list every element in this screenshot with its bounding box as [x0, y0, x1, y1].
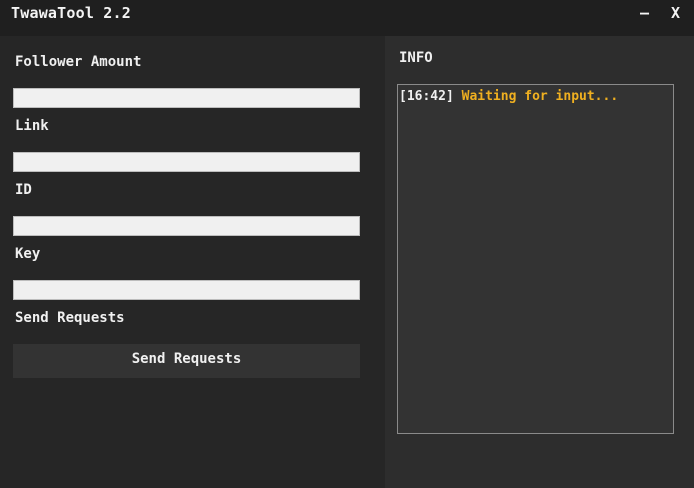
follower-amount-input[interactable] [13, 88, 360, 108]
info-panel: INFO [16:42] Waiting for input... [385, 36, 694, 488]
log-message: Waiting for input... [461, 89, 619, 104]
log-timestamp: [16:42] [399, 89, 454, 104]
title-bar[interactable]: TwawaTool 2.2 – X [0, 0, 694, 36]
app-window: TwawaTool 2.2 – X Follower Amount Link I… [0, 0, 694, 488]
log-entry: [16:42] Waiting for input... [399, 89, 618, 104]
form-panel: Follower Amount Link ID Key Send Request… [0, 36, 385, 488]
window-title: TwawaTool 2.2 [11, 4, 131, 22]
send-requests-label: Send Requests [15, 310, 125, 326]
info-title: INFO [399, 50, 433, 66]
key-input[interactable] [13, 280, 360, 300]
minimize-button[interactable]: – [640, 4, 649, 22]
id-input[interactable] [13, 216, 360, 236]
link-label: Link [15, 118, 49, 134]
key-label: Key [15, 246, 41, 262]
info-log[interactable]: [16:42] Waiting for input... [397, 84, 674, 434]
link-input[interactable] [13, 152, 360, 172]
follower-amount-label: Follower Amount [15, 54, 142, 70]
close-button[interactable]: X [671, 4, 680, 22]
send-requests-button[interactable]: Send Requests [13, 344, 360, 378]
id-label: ID [15, 182, 32, 198]
